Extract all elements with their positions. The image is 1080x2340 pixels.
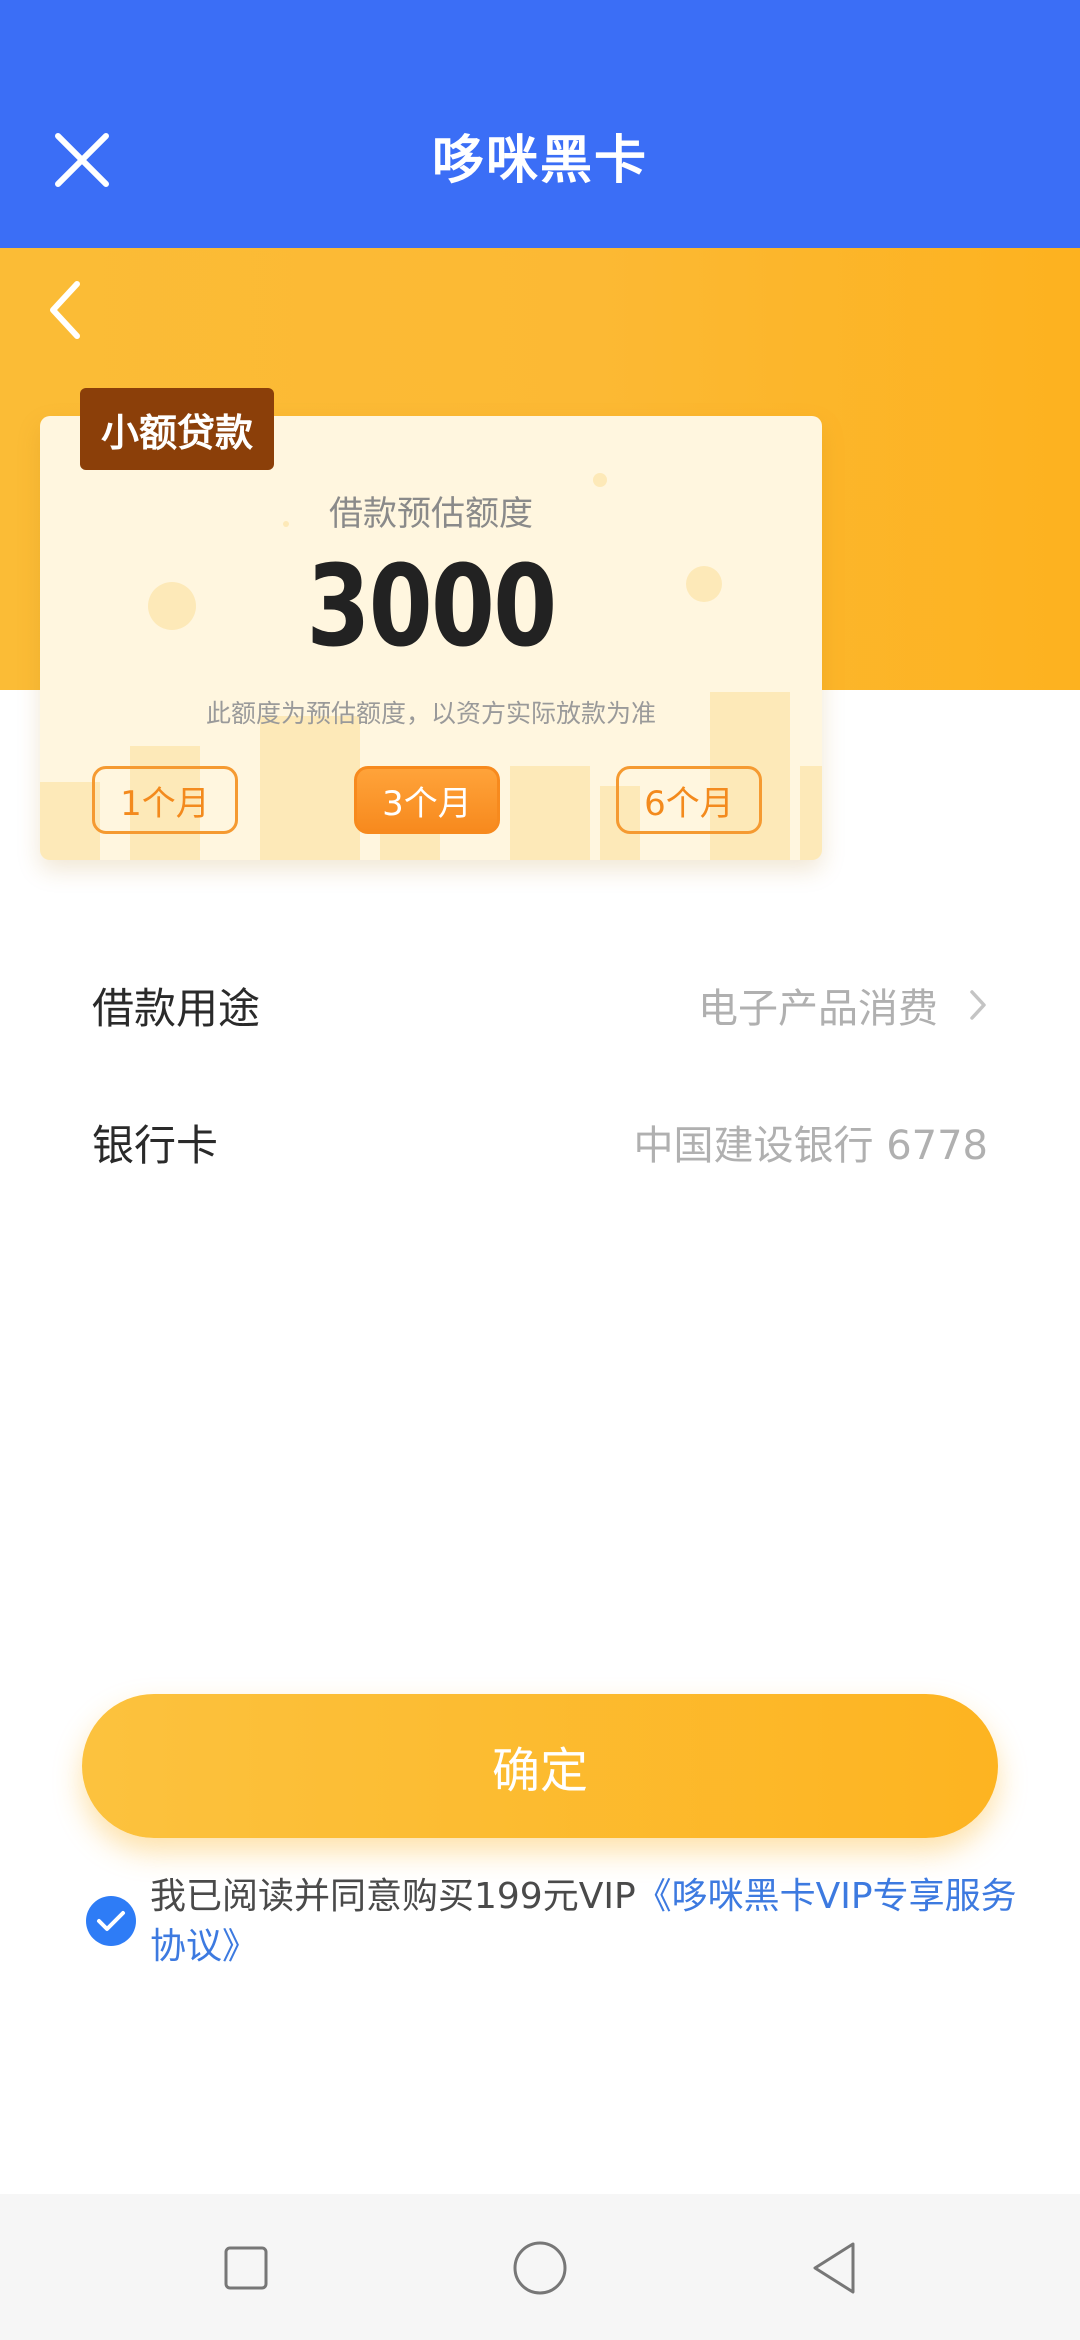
credit-card-panel: 借款预估额度 3000 此额度为预估额度，以资方实际放款为准 1个月 3个月 6… [40, 416, 822, 860]
chevron-right-icon [970, 990, 986, 1020]
bank-card-label: 银行卡 [92, 1120, 219, 1170]
term-1-month-button[interactable]: 1个月 [92, 766, 238, 834]
system-nav-bar [0, 2194, 1080, 2340]
limit-disclaimer: 此额度为预估额度，以资方实际放款为准 [205, 699, 656, 728]
bank-card-row[interactable]: 银行卡 中国建设银行 6778 [92, 1092, 988, 1192]
agreement-text: 我已阅读并同意购买199元VIP《哆咪黑卡VIP专享服务协议》 [150, 1872, 1030, 1972]
triangle-back-icon [813, 2242, 855, 2294]
page-title: 哆咪黑卡 [431, 131, 648, 191]
term-6-month-button[interactable]: 6个月 [616, 766, 762, 834]
loan-purpose-row[interactable]: 借款用途 电子产品消费 [92, 955, 988, 1055]
nav-back-button[interactable] [804, 2238, 864, 2298]
estimated-amount: 3000 [306, 542, 557, 672]
bank-card-value: 中国建设银行 6778 [633, 1123, 988, 1169]
term-3-month-button[interactable]: 3个月 [354, 766, 500, 834]
square-icon [224, 2246, 268, 2290]
back-arrow-icon [50, 281, 80, 339]
loan-purpose-label: 借款用途 [92, 983, 261, 1033]
nav-home-button[interactable] [510, 2238, 570, 2298]
circle-icon [513, 2241, 567, 2295]
loan-type-tag: 小额贷款 [80, 388, 274, 470]
checkmark-icon [97, 1911, 125, 1931]
confirm-button[interactable]: 确定 [82, 1694, 998, 1838]
agreement-statement: 我已阅读并同意购买199元VIP [150, 1876, 636, 1917]
nav-recent-button[interactable] [216, 2238, 276, 2298]
estimated-limit-label: 借款预估额度 [329, 494, 533, 534]
loan-purpose-value: 电子产品消费 [698, 986, 938, 1032]
agreement-checkbox[interactable] [86, 1896, 136, 1946]
back-button[interactable] [40, 278, 90, 342]
top-app-bar: 哆咪黑卡 [0, 0, 1080, 248]
